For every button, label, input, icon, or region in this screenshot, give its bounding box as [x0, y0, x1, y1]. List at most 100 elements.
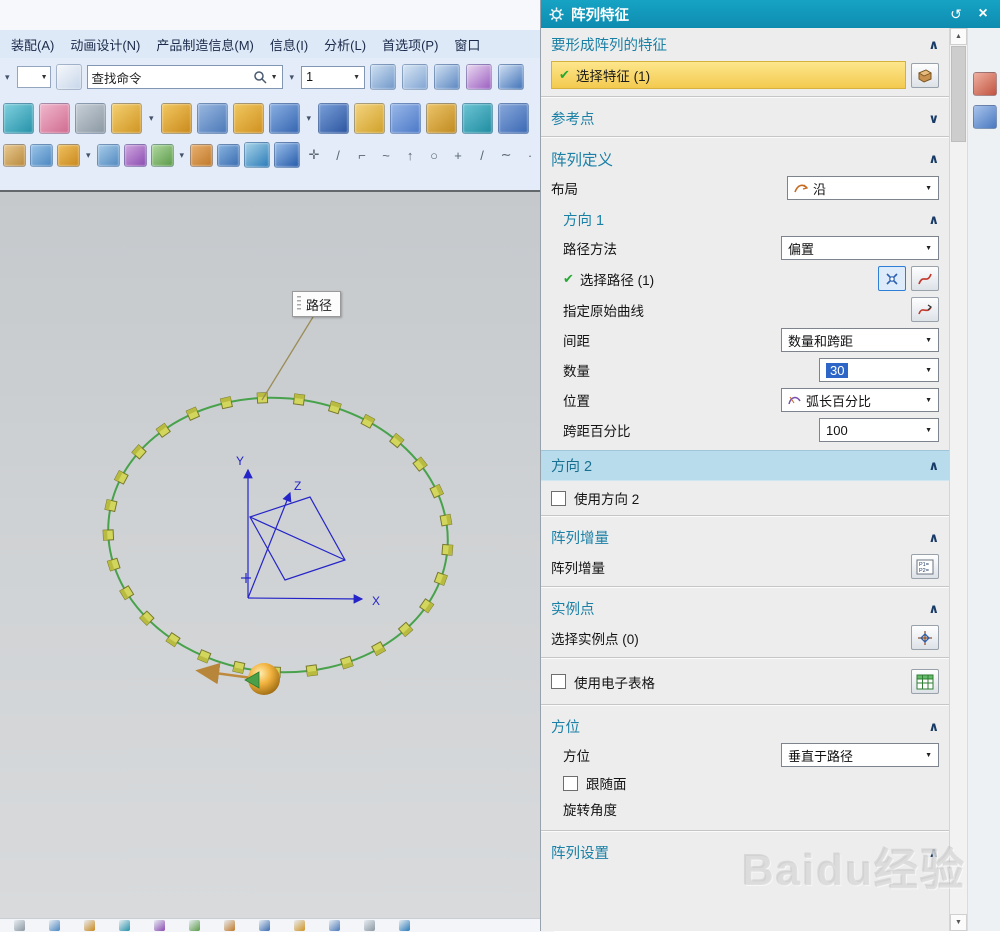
statusbar-tool-icon[interactable] — [294, 920, 305, 931]
statusbar-tool-icon[interactable] — [154, 920, 165, 931]
chevron-up-icon[interactable]: ∧ — [928, 458, 939, 474]
section-header-instance-points[interactable]: 实例点 ∧ — [541, 592, 949, 622]
sketch-tool-icon[interactable]: ↑ — [400, 145, 420, 165]
toolbar-icon[interactable] — [30, 144, 53, 167]
sketch-tool-icon[interactable]: + — [448, 145, 468, 165]
toolbar-icon[interactable] — [190, 144, 213, 167]
section-header-direction2[interactable]: 方向 2 ∧ — [541, 450, 949, 481]
toolbar-icon[interactable] — [39, 103, 70, 134]
sketch-tool-icon[interactable]: ⌐ — [352, 145, 372, 165]
section-header-features[interactable]: 要形成阵列的特征 ∧ — [541, 28, 949, 58]
chevron-up-icon[interactable]: ∧ — [928, 151, 939, 167]
toolbar-icon[interactable] — [402, 64, 428, 90]
curve-rule-button[interactable] — [911, 266, 939, 291]
chevron-up-icon[interactable]: ∧ — [928, 601, 939, 617]
search-options-caret-icon[interactable]: ▼ — [271, 74, 278, 81]
toolbar-icon[interactable] — [498, 103, 529, 134]
follow-face-checkbox[interactable] — [563, 776, 578, 791]
position-dropdown[interactable]: 弧长百分比 ▼ — [781, 388, 939, 412]
toolbar-icon[interactable] — [97, 144, 120, 167]
menu-item[interactable]: 信息(I) — [263, 32, 315, 57]
sketch-tool-icon[interactable]: / — [328, 145, 348, 165]
toolbar-icon[interactable] — [466, 64, 492, 90]
section-header-settings[interactable]: 阵列设置 ∧ — [541, 836, 949, 866]
toolbar-icon[interactable] — [498, 64, 524, 90]
overflow-caret-icon[interactable]: ▾ — [3, 72, 12, 83]
toolbar-icon[interactable] — [124, 144, 147, 167]
toolbar-icon[interactable] — [57, 144, 80, 167]
sketch-tool-icon[interactable]: · — [520, 145, 540, 165]
color-swatch-dropdown[interactable]: ▼ — [17, 66, 51, 88]
menu-item[interactable]: 装配(A) — [4, 32, 61, 57]
toolbar-icon[interactable] — [370, 64, 396, 90]
count-combo[interactable]: 1 ▼ — [301, 66, 365, 89]
statusbar-tool-icon[interactable] — [224, 920, 235, 931]
toolbar-icon[interactable] — [274, 142, 300, 168]
scrollbar-thumb[interactable] — [951, 46, 966, 142]
toolbar-icon[interactable] — [217, 144, 240, 167]
statusbar-tool-icon[interactable] — [399, 920, 410, 931]
section-header-definition[interactable]: 阵列定义 ∧ — [541, 142, 949, 173]
section-header-orientation[interactable]: 方位 ∧ — [541, 710, 949, 740]
dropdown-caret-icon[interactable]: ▾ — [178, 150, 187, 161]
toolbar-icon[interactable] — [354, 103, 385, 134]
toolbar-icon[interactable] — [244, 142, 270, 168]
statusbar-tool-icon[interactable] — [84, 920, 95, 931]
section-header-direction1[interactable]: 方向 1 ∧ — [541, 203, 949, 233]
info-tool-icon[interactable] — [56, 64, 82, 90]
statusbar-tool-icon[interactable] — [49, 920, 60, 931]
dropdown-caret-icon[interactable]: ▾ — [84, 150, 93, 161]
menu-item[interactable]: 动画设计(N) — [63, 32, 147, 57]
path-annotation-tag[interactable]: 路径 — [292, 291, 341, 317]
dropdown-caret-icon[interactable]: ▾ — [147, 113, 156, 124]
span-percent-field[interactable]: 100 ▼ — [819, 418, 939, 442]
close-icon[interactable]: × — [973, 5, 993, 23]
sketch-tool-icon[interactable]: / — [472, 145, 492, 165]
select-feature-row[interactable]: ✔ 选择特征 (1) — [551, 61, 906, 89]
chevron-up-icon[interactable]: ∧ — [928, 37, 939, 53]
path-method-dropdown[interactable]: 偏置 ▼ — [781, 236, 939, 260]
toolbar-caret-icon[interactable]: ▾ — [288, 72, 297, 83]
toolbar-icon[interactable] — [318, 103, 349, 134]
scroll-down-button[interactable]: ▼ — [950, 914, 967, 931]
orientation-dropdown[interactable]: 垂直于路径 ▼ — [781, 743, 939, 767]
statusbar-tool-icon[interactable] — [364, 920, 375, 931]
count-field[interactable]: 30 ▼ — [819, 358, 939, 382]
toolbar-icon[interactable] — [151, 144, 174, 167]
toolbar-icon[interactable] — [75, 103, 106, 134]
sketch-tool-icon[interactable]: ∼ — [496, 145, 516, 165]
toolbar-icon[interactable] — [426, 103, 457, 134]
original-curve-button[interactable] — [911, 297, 939, 322]
statusbar-tool-icon[interactable] — [259, 920, 270, 931]
menu-item[interactable]: 首选项(P) — [375, 32, 445, 57]
toolbar-icon[interactable] — [3, 103, 34, 134]
layout-dropdown[interactable]: 沿 ▼ — [787, 176, 939, 200]
menu-item[interactable]: 产品制造信息(M) — [149, 32, 261, 57]
toolbar-icon[interactable] — [434, 64, 460, 90]
chevron-down-icon[interactable]: ∨ — [928, 111, 939, 127]
toolbar-icon[interactable] — [269, 103, 300, 134]
select-instance-button[interactable] — [911, 625, 939, 650]
statusbar-tool-icon[interactable] — [119, 920, 130, 931]
chevron-up-icon[interactable]: ∧ — [928, 530, 939, 546]
chevron-up-icon[interactable]: ∧ — [928, 212, 939, 228]
command-finder-input[interactable]: 查找命令 ▼ — [87, 65, 283, 89]
chevron-up-icon[interactable]: ∧ — [928, 845, 939, 861]
dock-tool-icon[interactable] — [973, 105, 997, 129]
graphics-window[interactable]: Y Z X 路径 — [0, 190, 540, 920]
increment-list-button[interactable]: P1= P2= — [911, 554, 939, 579]
toolbar-icon[interactable] — [390, 103, 421, 134]
menu-item[interactable]: 分析(L) — [317, 32, 373, 57]
dropdown-caret-icon[interactable]: ▾ — [305, 113, 314, 124]
dock-tool-icon[interactable] — [973, 72, 997, 96]
toolbar-icon[interactable] — [161, 103, 192, 134]
scroll-up-button[interactable]: ▲ — [950, 28, 967, 45]
spacing-dropdown[interactable]: 数量和跨距 ▼ — [781, 328, 939, 352]
search-icon[interactable] — [253, 70, 267, 84]
sketch-tool-icon[interactable]: ○ — [424, 145, 444, 165]
toolbar-icon[interactable] — [462, 103, 493, 134]
use-spreadsheet-checkbox[interactable] — [551, 674, 566, 689]
toolbar-icon[interactable] — [197, 103, 228, 134]
reset-icon[interactable]: ↺ — [946, 6, 966, 23]
chevron-up-icon[interactable]: ∧ — [928, 719, 939, 735]
